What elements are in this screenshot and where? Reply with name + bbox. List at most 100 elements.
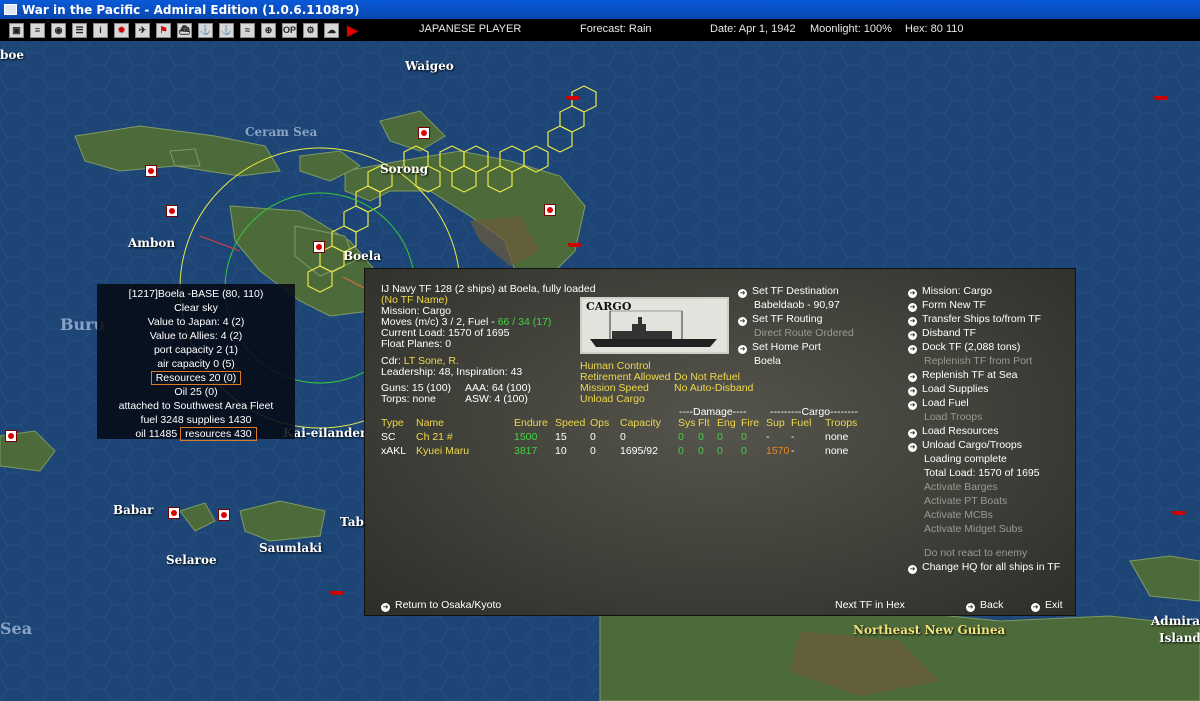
cell-capacity: 1695/92 bbox=[620, 445, 658, 458]
ship-marker[interactable] bbox=[568, 243, 582, 247]
cell-name[interactable]: Kyuei Maru bbox=[416, 445, 514, 459]
map-label-tab: Tab bbox=[340, 515, 364, 529]
convoy-icon[interactable]: ≈ bbox=[240, 22, 255, 38]
ship-marker[interactable] bbox=[1154, 96, 1168, 100]
col-flt: Flt bbox=[698, 417, 710, 430]
load-fuel-button[interactable]: ➜ Load Fuel bbox=[908, 397, 969, 410]
ship-table-header: Type Name Endure Speed Ops Capacity Sys … bbox=[381, 417, 875, 431]
activate-pt-boats-button: Activate PT Boats bbox=[924, 495, 1008, 507]
intel-icon[interactable]: ◉ bbox=[51, 22, 66, 38]
ship-icon[interactable]: ⛴ bbox=[177, 22, 192, 38]
end-turn-icon[interactable]: ▶ bbox=[345, 22, 360, 38]
set-tf-routing-button[interactable]: ➜ Set TF Routing bbox=[738, 313, 822, 326]
cell-sup: 1570 bbox=[766, 445, 790, 458]
cell-endure: 3817 bbox=[514, 445, 538, 458]
opt-unload-cargo[interactable]: Unload Cargo bbox=[580, 393, 645, 405]
disband-tf-button[interactable]: ➜ Disband TF bbox=[908, 327, 977, 340]
total-load: Total Load: 1570 of 1695 bbox=[924, 467, 1040, 479]
disband-tf-label: Disband TF bbox=[922, 327, 977, 339]
base-marker-west[interactable] bbox=[5, 430, 17, 442]
exit-button[interactable]: ➜ Exit bbox=[1031, 599, 1063, 612]
cell-fire: 0 bbox=[741, 431, 747, 444]
return-to-port-button[interactable]: ➜ Return to Osaka/Kyoto bbox=[381, 599, 501, 612]
table-row[interactable]: xAKL Kyuei Maru 3817 10 0 1695/92 0 0 0 … bbox=[381, 445, 875, 459]
ship-table: Type Name Endure Speed Ops Capacity Sys … bbox=[381, 417, 875, 459]
set-tf-destination-button[interactable]: ➜ Set TF Destination bbox=[738, 285, 839, 298]
base-marker-boela[interactable] bbox=[313, 241, 325, 253]
next-tf-in-hex-button[interactable]: Next TF in Hex bbox=[835, 599, 905, 611]
cell-fuel: - bbox=[791, 431, 795, 444]
map-label-selaroe: Selaroe bbox=[166, 553, 217, 567]
base-marker-ransiki[interactable] bbox=[544, 204, 556, 216]
col-type: Type bbox=[381, 417, 404, 430]
arrow-right-icon: ➜ bbox=[966, 603, 975, 612]
task-force-panel: IJ Navy TF 128 (2 ships) at Boela, fully… bbox=[364, 268, 1076, 616]
base-marker-saumlaki[interactable] bbox=[218, 509, 230, 521]
flag-icon[interactable]: ✹ bbox=[114, 22, 129, 38]
form-new-tf-button[interactable]: ➜ Form New TF bbox=[908, 299, 986, 312]
tf-leadership: Leadership: 48, Inspiration: 43 bbox=[381, 366, 523, 378]
hex-label: Hex: 80 110 bbox=[905, 23, 964, 35]
load-resources-button[interactable]: ➜ Load Resources bbox=[908, 425, 998, 438]
do-not-react-toggle[interactable]: Do not react to enemy bbox=[908, 547, 1027, 559]
base-marker-babar[interactable] bbox=[168, 507, 180, 519]
replenish-at-sea-button[interactable]: ➜ Replenish TF at Sea bbox=[908, 369, 1018, 382]
activate-barges-button: Activate Barges bbox=[924, 481, 998, 493]
arrow-right-icon: ➜ bbox=[908, 443, 917, 452]
tf-destination-value: Babeldaob - 90,97 bbox=[754, 299, 840, 311]
cell-type: xAKL bbox=[381, 445, 407, 458]
cell-name[interactable]: Ch 21 # bbox=[416, 431, 514, 445]
opt-no-auto-disband[interactable]: No Auto-Disband bbox=[674, 382, 753, 394]
ship-marker[interactable] bbox=[330, 591, 344, 595]
map-label-sorong: Sorong bbox=[380, 162, 429, 176]
col-sys: Sys bbox=[678, 417, 696, 430]
cell-eng: 0 bbox=[717, 431, 723, 444]
arrow-right-icon: ➜ bbox=[1031, 603, 1040, 612]
ship-marker[interactable] bbox=[566, 96, 580, 100]
cell-flt: 0 bbox=[698, 445, 704, 458]
cell-type: SC bbox=[381, 431, 396, 444]
report-icon[interactable]: ≡ bbox=[30, 22, 45, 38]
home-port-value: Boela bbox=[754, 355, 781, 367]
weather-icon[interactable]: ☁ bbox=[324, 22, 339, 38]
set-home-port-label: Set Home Port bbox=[752, 341, 821, 353]
col-ops: Ops bbox=[590, 417, 610, 430]
tf-asw: ASW: 4 (100) bbox=[465, 393, 528, 405]
arrow-right-icon: ➜ bbox=[908, 317, 917, 326]
dock-tf-button[interactable]: ➜ Dock TF (2,088 tons) bbox=[908, 341, 1020, 354]
set-home-port-button[interactable]: ➜ Set Home Port bbox=[738, 341, 821, 354]
base-port-capacity: port capacity 2 (1) bbox=[153, 344, 239, 356]
info-icon[interactable]: i bbox=[93, 22, 108, 38]
load-supplies-button[interactable]: ➜ Load Supplies bbox=[908, 383, 989, 396]
map-label-boe: boe bbox=[0, 48, 25, 62]
ship-marker[interactable] bbox=[1172, 511, 1186, 515]
ops-icon[interactable]: ⊕ bbox=[261, 22, 276, 38]
arrow-right-icon: ➜ bbox=[908, 289, 917, 298]
settings-icon[interactable]: ⚙ bbox=[303, 22, 318, 38]
fleet-icon[interactable]: ⚓ bbox=[219, 22, 234, 38]
op-icon[interactable]: OP bbox=[282, 22, 297, 38]
back-button[interactable]: ➜ Back bbox=[966, 599, 1004, 612]
anchor-icon[interactable]: ⚓ bbox=[198, 22, 213, 38]
cell-ops: 0 bbox=[590, 445, 596, 458]
unload-cargo-button[interactable]: ➜ Unload Cargo/Troops bbox=[908, 439, 1022, 452]
activate-midget-subs-button: Activate Midget Subs bbox=[924, 523, 1023, 535]
map-label-ceram-sea: Ceram Sea bbox=[245, 125, 318, 139]
change-hq-button[interactable]: ➜ Change HQ for all ships in TF bbox=[908, 561, 1060, 574]
back-label: Back bbox=[980, 599, 1004, 611]
unload-cargo-label: Unload Cargo/Troops bbox=[922, 439, 1022, 451]
cell-capacity: 0 bbox=[620, 431, 626, 444]
hq-flag-icon[interactable]: ⚑ bbox=[156, 22, 171, 38]
list-icon[interactable]: ☰ bbox=[72, 22, 87, 38]
base-marker-sorong[interactable] bbox=[418, 127, 430, 139]
mission-cargo-button[interactable]: ➜ Mission: Cargo bbox=[908, 285, 992, 298]
table-row[interactable]: SC Ch 21 # 1500 15 0 0 0 0 0 0 - - none bbox=[381, 431, 875, 445]
base-marker-ceram[interactable] bbox=[145, 165, 157, 177]
map-label-ambon: Ambon bbox=[128, 236, 176, 250]
air-unit-icon[interactable]: ✈ bbox=[135, 22, 150, 38]
base-resources: Resources 20 (0) bbox=[150, 371, 242, 385]
base-marker-amahai[interactable] bbox=[166, 205, 178, 217]
cell-troops: none bbox=[825, 431, 849, 444]
transfer-ships-button[interactable]: ➜ Transfer Ships to/from TF bbox=[908, 313, 1041, 326]
save-icon[interactable]: ▣ bbox=[9, 22, 24, 38]
